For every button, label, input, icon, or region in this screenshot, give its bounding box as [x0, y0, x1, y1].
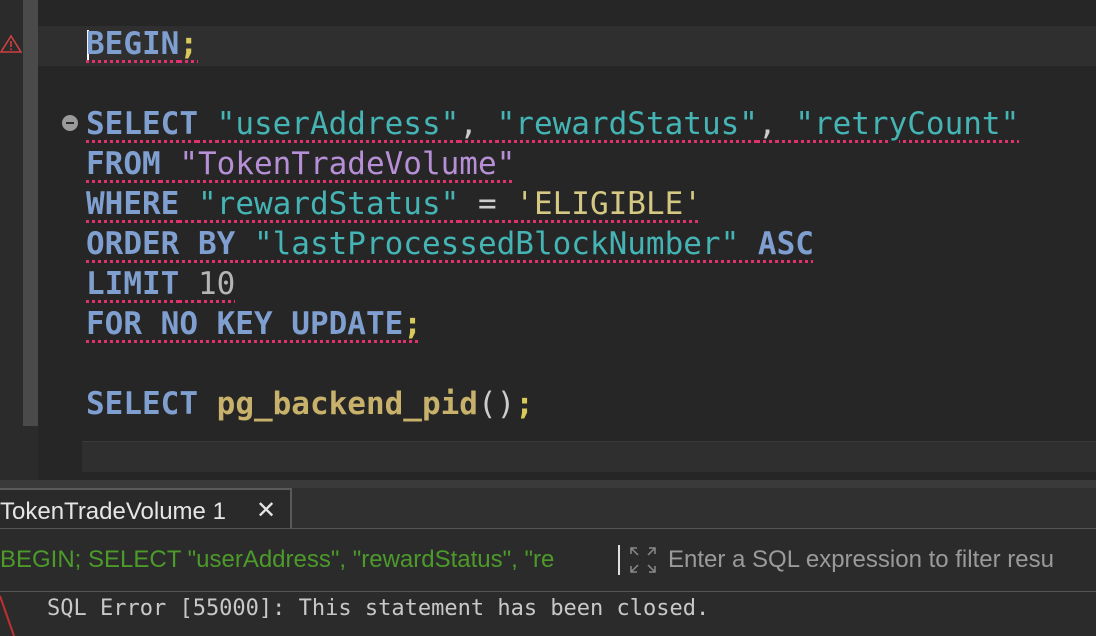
gutter-ruler	[23, 0, 38, 426]
semicolon: ;	[179, 26, 198, 62]
column-identifier: "rewardStatus"	[496, 106, 758, 142]
warning-icon[interactable]	[0, 34, 22, 54]
keyword: WHERE	[86, 186, 180, 222]
keyword: ASC	[757, 226, 814, 262]
panel-splitter[interactable]	[0, 480, 1096, 488]
number-literal: 10	[198, 266, 236, 302]
expand-icon[interactable]	[628, 545, 658, 575]
keyword: LIMIT	[86, 266, 180, 302]
function-name: pg_backend_pid	[216, 386, 478, 422]
tab-label: TokenTradeVolume 1	[0, 498, 226, 525]
results-tab-bar: TokenTradeVolume 1 ✕	[0, 488, 1096, 529]
column-identifier: "retryCount"	[795, 106, 1020, 142]
error-message: SQL Error [55000]: This statement has be…	[47, 596, 710, 621]
comma: ,	[757, 106, 777, 142]
line-from: FROM "TokenTradeVolume"	[86, 144, 515, 184]
close-icon[interactable]: ✕	[256, 496, 276, 524]
keyword: FROM	[86, 146, 161, 182]
column-identifier: "rewardStatus"	[198, 186, 460, 222]
fold-collapse-icon[interactable]	[62, 115, 78, 131]
semicolon: ;	[515, 386, 534, 422]
line-select-columns: SELECT "userAddress", "rewardStatus", "r…	[86, 104, 1019, 144]
line-where: WHERE "rewardStatus" = 'ELIGIBLE'	[86, 184, 702, 224]
query-divider	[618, 545, 620, 575]
error-icon	[0, 595, 15, 636]
error-panel: SQL Error [55000]: This statement has be…	[0, 592, 1096, 636]
string-literal: 'ELIGIBLE'	[515, 186, 702, 222]
empty-line-highlight	[82, 441, 1096, 472]
table-identifier: "TokenTradeVolume"	[179, 146, 516, 182]
line-order-by: ORDER BY "lastProcessedBlockNumber" ASC	[86, 224, 814, 264]
tab-results[interactable]: TokenTradeVolume 1 ✕	[0, 488, 292, 528]
filter-input[interactable]: Enter a SQL expression to filter resu	[668, 546, 1054, 574]
keyword: SELECT	[86, 106, 198, 142]
filter-bar: BEGIN; SELECT "userAddress", "rewardStat…	[0, 529, 1096, 592]
line-begin: BEGIN;	[86, 24, 198, 64]
line-for-update: FOR NO KEY UPDATE;	[86, 304, 422, 344]
line-limit: LIMIT 10	[86, 264, 235, 304]
semicolon: ;	[403, 306, 422, 342]
keyword: ORDER BY	[86, 226, 236, 262]
column-identifier: "userAddress"	[216, 106, 460, 142]
keyword: FOR NO KEY UPDATE	[86, 306, 404, 342]
keyword: BEGIN	[86, 26, 180, 62]
column-identifier: "lastProcessedBlockNumber"	[253, 226, 740, 262]
comma: ,	[459, 106, 478, 142]
query-text: BEGIN; SELECT "userAddress", "rewardStat…	[0, 546, 555, 573]
parentheses: ()	[477, 386, 516, 422]
keyword: SELECT	[86, 386, 198, 422]
operator: =	[477, 186, 497, 222]
line-select-pid: SELECT pg_backend_pid();	[86, 384, 534, 424]
